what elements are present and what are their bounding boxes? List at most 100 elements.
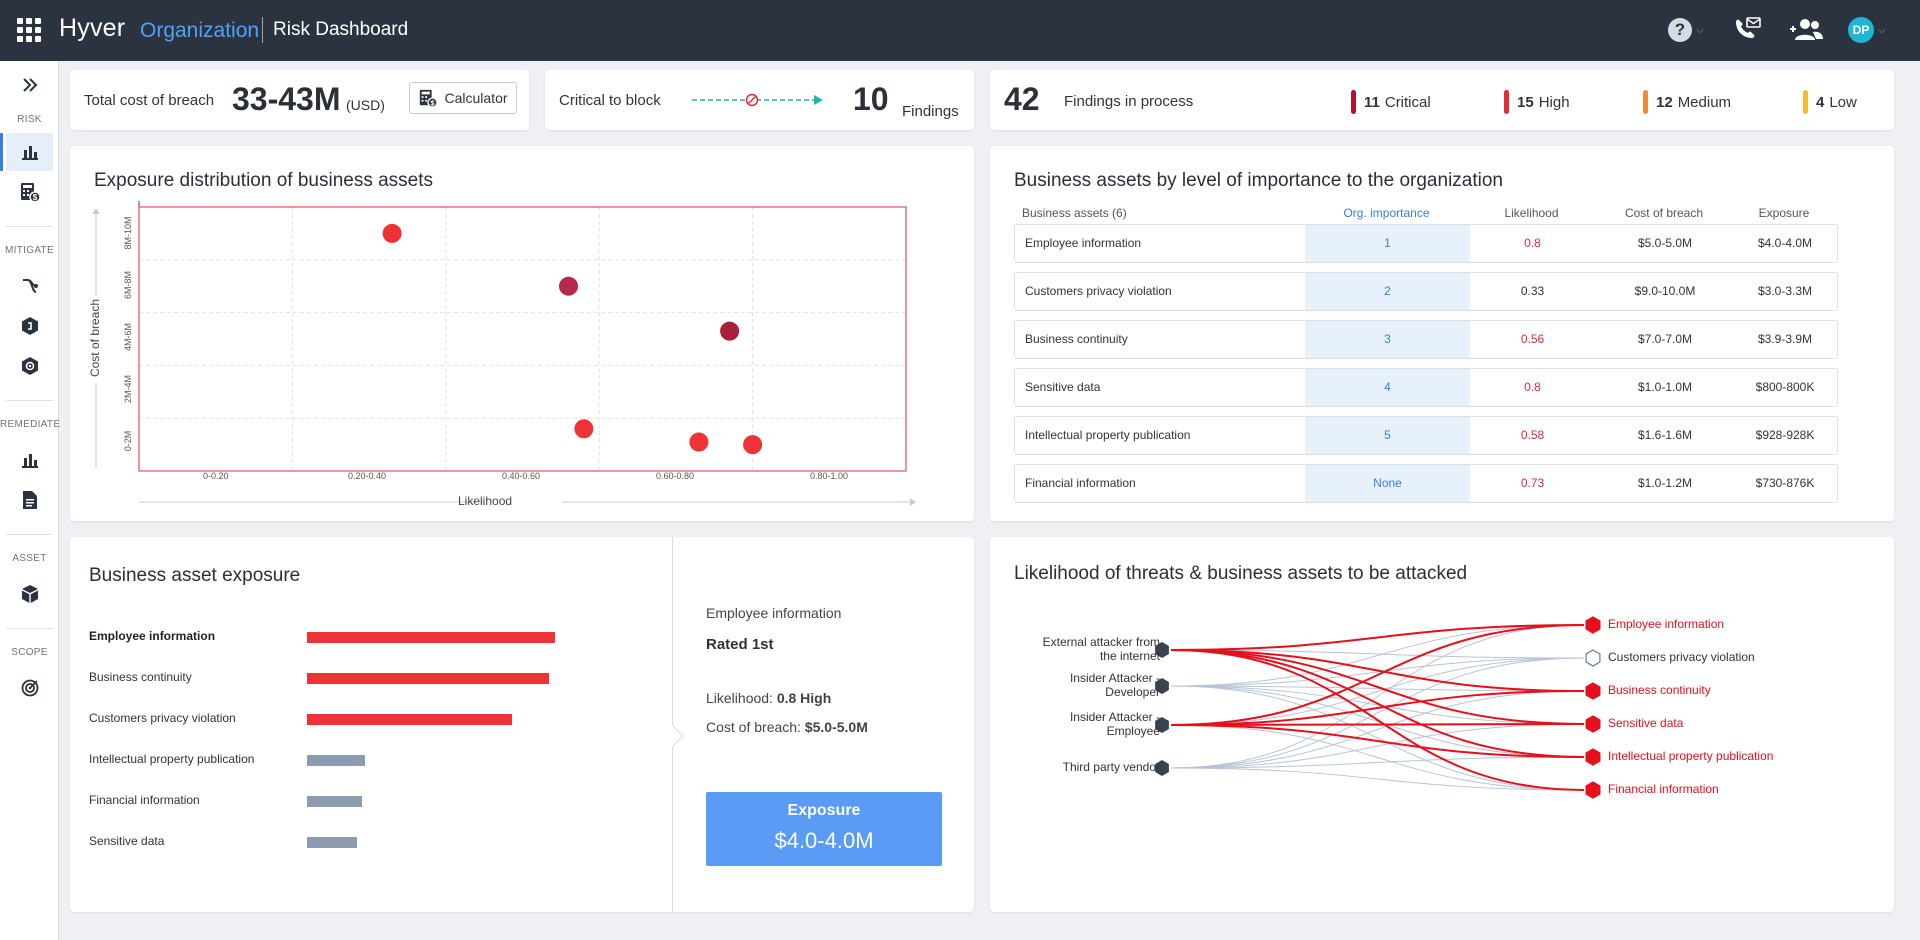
asset-exposure-label[interactable]: Intellectual property publication <box>89 752 254 766</box>
asset-exposure-bar[interactable] <box>307 673 549 684</box>
sidebar-section-mitigate: MITIGATE <box>5 245 54 256</box>
threat-source-label[interactable]: Third party vendor <box>1010 760 1160 774</box>
asset-target-label[interactable]: Intellectual property publication <box>1608 749 1773 763</box>
brand-logo: Hyver <box>59 14 126 42</box>
y-tick-label: 6M-8M <box>123 271 133 300</box>
asset-target-node[interactable] <box>1585 715 1601 733</box>
scatter-point[interactable] <box>719 320 741 342</box>
scatter-point[interactable] <box>558 275 579 297</box>
table-row[interactable]: Business continuity 3 0.56 $7.0-7.0M $3.9-3.… <box>1014 320 1838 359</box>
sidebar-item-assets[interactable] <box>6 575 53 613</box>
scatter-point[interactable] <box>688 431 710 453</box>
table-row[interactable]: Customers privacy violation 2 0.33 $9.0-10.… <box>1014 272 1838 311</box>
sidebar-item-attack-paths[interactable] <box>6 267 53 305</box>
asset-target-label[interactable]: Financial information <box>1608 782 1719 796</box>
threat-link-critical <box>1170 624 1585 726</box>
expand-sidebar-icon[interactable] <box>20 75 40 95</box>
exposure-cell: $4.0-4.0M <box>1757 236 1813 250</box>
asset-exposure-label[interactable]: Business continuity <box>89 670 192 684</box>
severity-medium-marker <box>1643 90 1648 114</box>
importance-cell[interactable]: 4 <box>1305 369 1470 406</box>
importance-cell[interactable]: 3 <box>1305 321 1470 358</box>
table-row[interactable]: Employee information 1 0.8 $5.0-5.0M $4.0-4.… <box>1014 224 1838 263</box>
asset-target-node[interactable] <box>1585 649 1601 667</box>
importance-cell[interactable]: None <box>1305 465 1470 502</box>
asset-exposure-label[interactable]: Financial information <box>89 793 200 807</box>
asset-exposure-title: Business asset exposure <box>89 565 301 586</box>
asset-exposure-bar[interactable] <box>307 796 362 807</box>
asset-exposure-bar[interactable] <box>307 714 512 725</box>
detail-likelihood: Likelihood: 0.8 High <box>706 690 832 706</box>
exposure-cell: $3.0-3.3M <box>1757 284 1813 298</box>
detail-rank: Rated 1st <box>706 636 774 653</box>
asset-target-label[interactable]: Employee information <box>1608 617 1724 631</box>
asset-target-node[interactable] <box>1585 748 1601 766</box>
app-grid-icon[interactable] <box>17 18 41 42</box>
sidebar-item-scope[interactable] <box>6 669 53 707</box>
table-row[interactable]: Intellectual property publication 5 0.58 $1… <box>1014 416 1838 455</box>
importance-cell[interactable]: 2 <box>1305 273 1470 310</box>
asset-exposure-bar[interactable] <box>307 632 555 643</box>
threat-link-critical <box>1170 723 1585 726</box>
sidebar-item-risk-dashboard[interactable] <box>0 133 53 171</box>
path-split-icon <box>22 279 38 293</box>
importance-cell[interactable]: 1 <box>1305 225 1470 262</box>
add-users-icon[interactable] <box>1789 15 1825 45</box>
threat-source-label[interactable]: Insider Attacker - Employee <box>1010 710 1160 738</box>
calculator-button[interactable]: $ Calculator <box>409 82 517 114</box>
scatter-point[interactable] <box>573 418 595 440</box>
y-tick-label: 8M-10M <box>123 216 133 250</box>
user-menu[interactable]: DP ⌵ <box>1848 15 1886 45</box>
sidebar-item-calculator[interactable]: $ <box>6 173 53 211</box>
organization-link[interactable]: Organization <box>140 19 259 43</box>
asset-exposure-label[interactable]: Customers privacy violation <box>89 711 236 725</box>
severity-high[interactable]: 15 High <box>1504 90 1570 114</box>
asset-target-node[interactable] <box>1585 616 1601 634</box>
bar-chart-icon <box>21 454 38 468</box>
threat-source-label[interactable]: Insider Attacker - Developer <box>1010 671 1160 699</box>
asset-target-node[interactable] <box>1585 682 1601 700</box>
table-row[interactable]: Financial information None 0.73 $1.0-1.2M $7… <box>1014 464 1838 503</box>
asset-exposure-label[interactable]: Employee information <box>89 629 215 643</box>
severity-critical[interactable]: 11 Critical <box>1351 90 1431 114</box>
asset-target-label[interactable]: Customers privacy violation <box>1608 650 1755 664</box>
detail-asset-name: Employee information <box>706 605 842 621</box>
sidebar-item-mitigation-b[interactable] <box>6 347 53 385</box>
asset-target-label[interactable]: Business continuity <box>1608 683 1711 697</box>
column-header-org-importance[interactable]: Org. importance <box>1304 206 1469 220</box>
exposure-cell: $800-800K <box>1755 380 1815 394</box>
likelihood-cell: 0.33 <box>1520 284 1545 298</box>
asset-name-cell: Sensitive data <box>1025 380 1101 394</box>
scatter-point[interactable] <box>742 434 764 456</box>
threat-source-label[interactable]: External attacker from the internet <box>1010 635 1160 663</box>
sidebar-item-remediation-stats[interactable] <box>6 441 53 479</box>
asset-target-label[interactable]: Sensitive data <box>1608 716 1683 730</box>
sidebar-item-mitigation-a[interactable] <box>6 307 53 345</box>
scatter-point[interactable] <box>381 222 403 244</box>
column-header-exposure[interactable]: Exposure <box>1734 206 1834 220</box>
severity-low[interactable]: 4 Low <box>1803 90 1857 114</box>
cube-icon <box>21 585 38 603</box>
column-header-likelihood[interactable]: Likelihood <box>1469 206 1594 220</box>
contact-icon[interactable] <box>1731 15 1763 45</box>
table-row[interactable]: Sensitive data 4 0.8 $1.0-1.0M $800-800K <box>1014 368 1838 407</box>
importance-cell[interactable]: 5 <box>1305 417 1470 454</box>
critical-to-block-card[interactable]: Critical to block 10 Findings <box>545 70 974 130</box>
sidebar-item-reports[interactable] <box>6 481 53 519</box>
asset-exposure-bar[interactable] <box>307 837 357 848</box>
threat-link <box>1170 624 1585 769</box>
detail-exposure-box[interactable]: Exposure $4.0-4.0M <box>706 792 942 866</box>
asset-exposure-bar[interactable] <box>307 755 365 766</box>
column-header-cost[interactable]: Cost of breach <box>1594 206 1734 220</box>
page-title: Risk Dashboard <box>273 19 409 40</box>
threat-link <box>1170 767 1585 791</box>
critical-findings-unit: Findings <box>902 103 959 120</box>
findings-in-process-card[interactable]: 42 Findings in process 11 Critical 15 High… <box>990 70 1894 130</box>
severity-medium[interactable]: 12 Medium <box>1643 90 1731 114</box>
help-menu[interactable]: ? ⌵ <box>1668 15 1704 45</box>
asset-target-node[interactable] <box>1585 781 1601 799</box>
sidebar-divider <box>6 628 53 629</box>
cost-cell: $1.6-1.6M <box>1637 428 1693 442</box>
total-cost-label: Total cost of breach <box>84 92 215 109</box>
asset-exposure-label[interactable]: Sensitive data <box>89 834 164 848</box>
